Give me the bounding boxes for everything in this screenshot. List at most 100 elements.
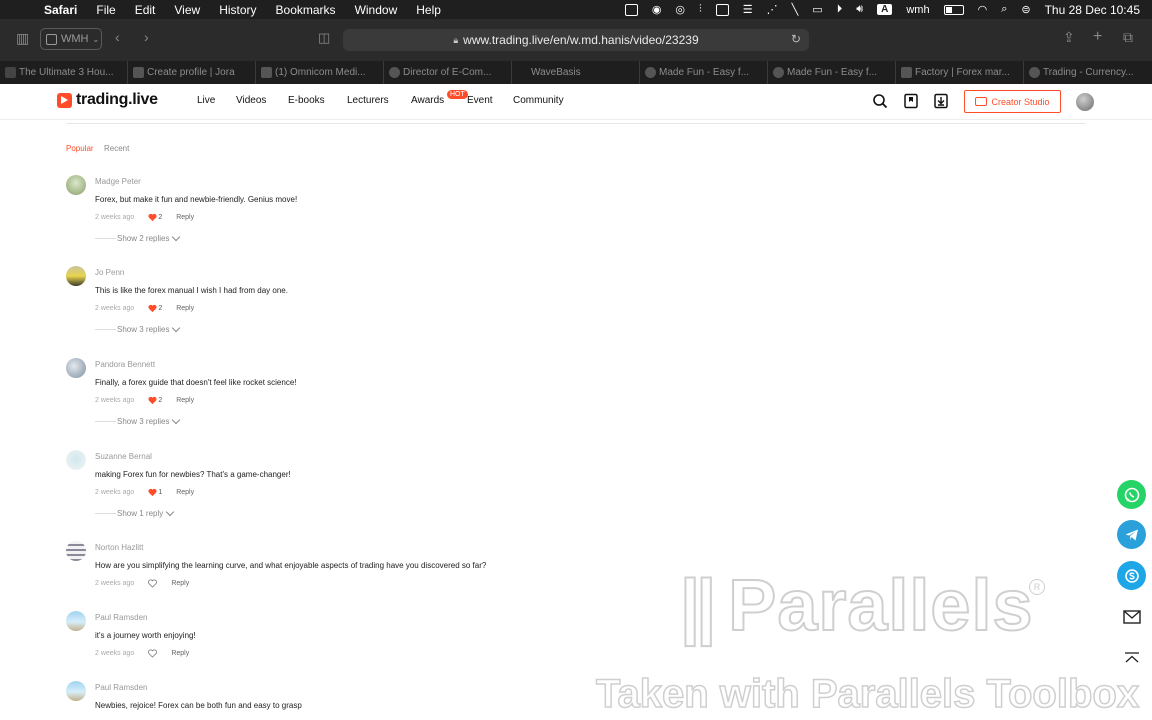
download-icon[interactable] bbox=[933, 93, 949, 109]
reply-button[interactable]: Reply bbox=[171, 580, 189, 587]
nav-community[interactable]: Community bbox=[513, 95, 564, 106]
sidebar-toggle-icon[interactable]: ▥ bbox=[16, 30, 29, 47]
forward-icon[interactable]: › bbox=[144, 29, 149, 45]
spotlight-search-icon[interactable]: ⌕ bbox=[1001, 3, 1007, 16]
status-app-icon[interactable]: ⫶ bbox=[699, 3, 702, 16]
share-icon[interactable]: ⇪ bbox=[1063, 29, 1075, 46]
comment-author[interactable]: Pandora Bennett bbox=[95, 360, 155, 369]
browser-tab[interactable]: Create profile | Jora bbox=[128, 61, 256, 84]
volume-icon[interactable]: 🔊︎ bbox=[856, 3, 863, 16]
nav-videos[interactable]: Videos bbox=[236, 95, 266, 106]
comment-author[interactable]: Paul Ramsden bbox=[95, 683, 147, 692]
browser-tab[interactable]: Director of E-Com... bbox=[384, 61, 512, 84]
new-tab-icon[interactable]: + bbox=[1093, 28, 1102, 46]
comment-author[interactable]: Paul Ramsden bbox=[95, 613, 147, 622]
like-button[interactable] bbox=[148, 649, 158, 658]
comment-author[interactable]: Jo Penn bbox=[95, 268, 124, 277]
nav-live[interactable]: Live bbox=[197, 95, 215, 106]
profile-button[interactable]: WMH ⌄ bbox=[40, 28, 102, 50]
menu-bookmarks[interactable]: Bookmarks bbox=[276, 3, 336, 17]
status-app-icon[interactable]: ⋰ bbox=[767, 3, 778, 16]
play-logo-icon bbox=[57, 92, 72, 108]
status-app-icon[interactable]: ☰ bbox=[743, 3, 753, 16]
comment-avatar[interactable] bbox=[66, 450, 86, 470]
menu-file[interactable]: File bbox=[96, 3, 115, 17]
display-icon[interactable]: ▭ bbox=[812, 3, 822, 16]
reply-button[interactable]: Reply bbox=[176, 489, 194, 496]
user-name[interactable]: wmh bbox=[906, 4, 929, 16]
like-button[interactable]: 2 bbox=[148, 396, 162, 405]
telegram-share-button[interactable] bbox=[1117, 520, 1146, 549]
menu-history[interactable]: History bbox=[219, 3, 256, 17]
creator-studio-button[interactable]: Creator Studio bbox=[964, 90, 1061, 113]
like-button[interactable]: 2 bbox=[148, 213, 162, 222]
browser-tab[interactable]: Factory | Forex mar... bbox=[896, 61, 1024, 84]
menu-app-safari[interactable]: Safari bbox=[44, 3, 77, 17]
input-source-icon[interactable]: A bbox=[877, 4, 893, 15]
scroll-to-top-button[interactable] bbox=[1117, 643, 1146, 672]
browser-tab-active[interactable]: Made Fun - Easy f... bbox=[768, 61, 896, 84]
comment-author[interactable]: Madge Peter bbox=[95, 177, 141, 186]
like-button[interactable]: 1 bbox=[148, 488, 162, 497]
menu-help[interactable]: Help bbox=[416, 3, 441, 17]
reply-button[interactable]: Reply bbox=[176, 305, 194, 312]
comment-avatar[interactable] bbox=[66, 175, 86, 195]
reply-button[interactable]: Reply bbox=[171, 650, 189, 657]
browser-tab[interactable]: The Ultimate 3 Hou... bbox=[0, 61, 128, 84]
status-app-icon[interactable]: ◉ bbox=[652, 3, 662, 16]
comment-author[interactable]: Suzanne Bernal bbox=[95, 452, 152, 461]
address-bar[interactable]: 🔒︎ www.trading.live/en/w.md.hanis/video/… bbox=[343, 29, 809, 51]
show-replies-toggle[interactable]: Show 3 replies bbox=[95, 323, 181, 334]
browser-tab[interactable]: Trading - Currency... bbox=[1024, 61, 1152, 84]
sort-popular-tab[interactable]: Popular bbox=[66, 144, 94, 153]
search-icon[interactable] bbox=[872, 93, 888, 109]
comment-avatar[interactable] bbox=[66, 541, 86, 561]
reply-button[interactable]: Reply bbox=[176, 214, 194, 221]
nav-ebooks[interactable]: E-books bbox=[288, 95, 325, 106]
menu-view[interactable]: View bbox=[174, 3, 200, 17]
comment-avatar[interactable] bbox=[66, 266, 86, 286]
browser-tab[interactable]: Made Fun - Easy f... bbox=[640, 61, 768, 84]
like-button[interactable]: 2 bbox=[148, 304, 162, 313]
reload-icon[interactable]: ↻ bbox=[791, 32, 801, 46]
macos-menu-bar: Safari File Edit View History Bookmarks … bbox=[0, 0, 1152, 19]
user-avatar[interactable] bbox=[1076, 93, 1094, 111]
reply-button[interactable]: Reply bbox=[176, 397, 194, 404]
menu-clock[interactable]: Thu 28 Dec 10:45 bbox=[1045, 3, 1140, 17]
battery-icon[interactable] bbox=[943, 4, 964, 15]
menu-window[interactable]: Window bbox=[355, 3, 398, 17]
nav-lecturers[interactable]: Lecturers bbox=[347, 95, 389, 106]
site-logo[interactable]: trading.live bbox=[57, 91, 158, 109]
wifi-icon[interactable]: ◠ bbox=[978, 3, 988, 16]
menu-edit[interactable]: Edit bbox=[135, 3, 156, 17]
comment-avatar[interactable] bbox=[66, 681, 86, 701]
nav-awards[interactable]: Awards bbox=[411, 95, 444, 106]
nav-event[interactable]: Event bbox=[467, 95, 493, 106]
email-share-button[interactable] bbox=[1117, 602, 1146, 631]
status-app-icon[interactable]: ◎ bbox=[675, 3, 685, 16]
show-replies-toggle[interactable]: Show 1 reply bbox=[95, 507, 175, 518]
hot-badge: HOT bbox=[447, 90, 468, 99]
browser-tab[interactable]: WaveBasis bbox=[512, 61, 640, 84]
status-app-icon[interactable] bbox=[715, 3, 729, 16]
browser-tab[interactable]: (1) Omnicom Medi... bbox=[256, 61, 384, 84]
comment-avatar[interactable] bbox=[66, 358, 86, 378]
back-icon[interactable]: ‹ bbox=[115, 29, 120, 45]
like-button[interactable] bbox=[148, 579, 158, 588]
bookmark-icon[interactable] bbox=[903, 93, 919, 109]
comment-author[interactable]: Norton Hazlitt bbox=[95, 543, 143, 552]
status-app-icon[interactable] bbox=[624, 3, 638, 16]
sort-recent-tab[interactable]: Recent bbox=[104, 144, 129, 153]
status-app-icon[interactable]: ╲ bbox=[792, 3, 799, 16]
whatsapp-share-button[interactable] bbox=[1117, 480, 1146, 509]
play-icon[interactable]: ⏵ bbox=[837, 3, 843, 16]
skype-share-button[interactable] bbox=[1117, 561, 1146, 590]
tab-overview-icon[interactable]: ⧉ bbox=[1123, 29, 1133, 46]
show-replies-toggle[interactable]: Show 2 replies bbox=[95, 232, 181, 243]
whatsapp-icon bbox=[1124, 487, 1139, 502]
page-snapshot-icon[interactable]: ◫ bbox=[318, 30, 330, 46]
show-replies-toggle[interactable]: Show 3 replies bbox=[95, 415, 181, 426]
comment-avatar[interactable] bbox=[66, 611, 86, 631]
control-center-icon[interactable]: ⊜ bbox=[1021, 3, 1030, 16]
heart-filled-icon bbox=[148, 304, 157, 313]
